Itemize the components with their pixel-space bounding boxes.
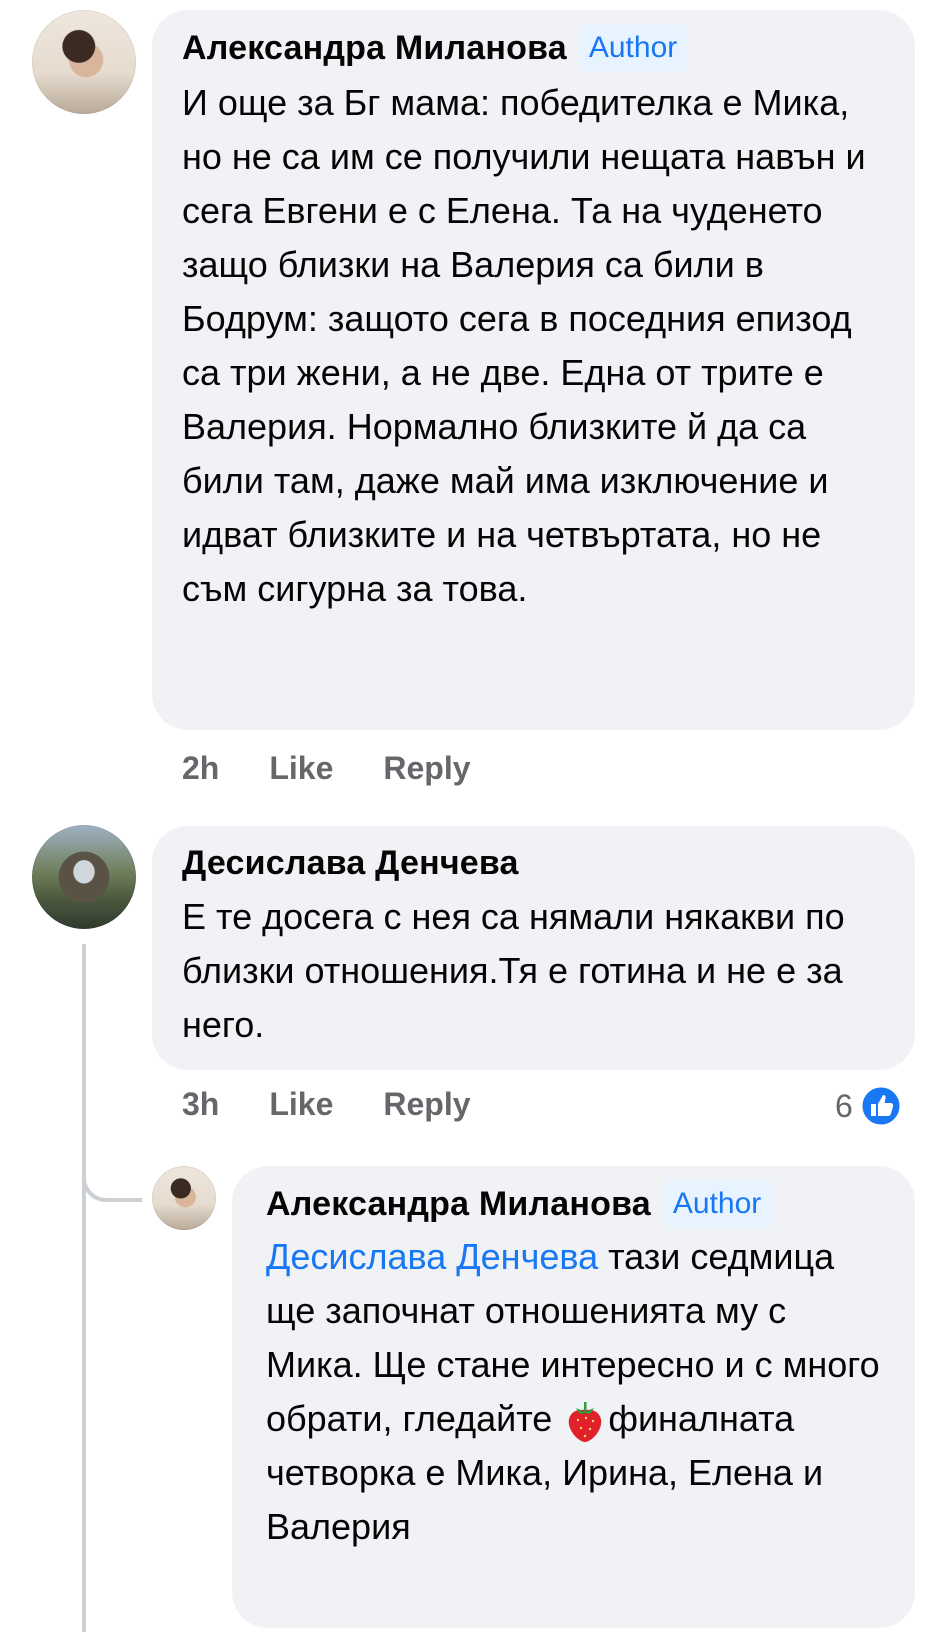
thread-connector xyxy=(82,1120,142,1202)
avatar[interactable] xyxy=(32,10,136,114)
reaction-summary[interactable]: 6 xyxy=(835,1084,903,1128)
comment-time[interactable]: 2h xyxy=(182,750,219,786)
reply-bubble: Александра Миланова Author Десислава Денч… xyxy=(232,1166,915,1628)
reply-button[interactable]: Reply xyxy=(383,750,470,786)
comment-bubble: Александра Миланова Author И още за Бг ма… xyxy=(152,10,915,730)
author-badge: Author xyxy=(578,24,688,72)
reaction-count: 6 xyxy=(835,1088,853,1124)
comment-actions: 3h Like Reply xyxy=(182,1084,521,1124)
comment-author[interactable]: Александра Миланова xyxy=(182,25,567,71)
comment-time[interactable]: 3h xyxy=(182,1086,219,1122)
comment-text: Е те досега с нея са нямали някакви по б… xyxy=(182,896,845,1045)
avatar[interactable] xyxy=(32,825,136,929)
reply-author[interactable]: Александра Миланова xyxy=(266,1181,651,1227)
reply-button[interactable]: Reply xyxy=(383,1086,470,1122)
like-button[interactable]: Like xyxy=(269,1086,333,1122)
comment-actions: 2h Like Reply xyxy=(182,748,521,788)
avatar[interactable] xyxy=(152,1166,216,1230)
thread-line xyxy=(82,944,86,1632)
strawberry-emoji-icon xyxy=(569,1402,602,1443)
reply-text: Десислава Денчева тази седмица ще започн… xyxy=(266,1230,887,1554)
comment-author[interactable]: Десислава Денчева xyxy=(182,840,519,886)
comment-bubble: Десислава Денчева Е те досега с нея са н… xyxy=(152,826,915,1070)
like-button[interactable]: Like xyxy=(269,750,333,786)
mention-link[interactable]: Десислава Денчева xyxy=(266,1236,598,1277)
comment-text: И още за Бг мама: победителка е Мика, но… xyxy=(182,82,866,609)
author-badge: Author xyxy=(662,1180,772,1228)
like-reaction-icon xyxy=(859,1084,903,1128)
